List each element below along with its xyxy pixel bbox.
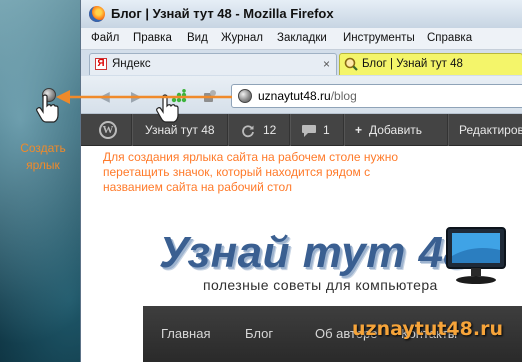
site-logo-subtitle: полезные советы для компьютера bbox=[203, 277, 438, 293]
menu-file[interactable]: Файл bbox=[91, 32, 119, 44]
menu-tools[interactable]: Инструменты bbox=[343, 32, 415, 44]
forward-button[interactable]: ▶ bbox=[131, 88, 142, 105]
firefox-logo-icon bbox=[89, 6, 105, 22]
edit-button[interactable]: Редактиров bbox=[459, 123, 522, 137]
menu-bookmarks[interactable]: Закладки bbox=[277, 32, 327, 44]
menu-bar: Файл Правка Вид Журнал Закладки Инструме… bbox=[81, 28, 522, 50]
plus-icon: + bbox=[355, 123, 363, 137]
updates-count[interactable]: 12 bbox=[263, 123, 276, 137]
divider bbox=[289, 114, 290, 146]
close-icon[interactable]: × bbox=[323, 57, 330, 71]
yandex-icon: Я bbox=[95, 58, 107, 70]
tab-blog[interactable]: Блог | Узнай тут 48 bbox=[339, 53, 522, 75]
menu-help[interactable]: Справка bbox=[427, 32, 472, 44]
menu-history[interactable]: Журнал bbox=[221, 32, 263, 44]
tab-yandex[interactable]: Я Яндекс × bbox=[89, 53, 337, 75]
search-icon bbox=[344, 57, 358, 71]
shortcut-label: Создать ярлык bbox=[20, 141, 66, 172]
site-menu-blog[interactable]: Блог bbox=[245, 326, 273, 341]
divider bbox=[343, 114, 344, 146]
divider bbox=[447, 114, 448, 146]
hand-cursor-icon bbox=[156, 94, 179, 123]
updates-icon[interactable] bbox=[241, 124, 255, 138]
title-bar: Блог | Узнай тут 48 - Mozilla Firefox bbox=[81, 0, 522, 28]
wordpress-logo-icon[interactable]: W bbox=[99, 121, 117, 139]
site-identity-globe-icon[interactable] bbox=[238, 89, 252, 103]
add-new-button[interactable]: Добавить bbox=[369, 123, 422, 137]
wordpress-admin-bar: W Узнай тут 48 12 1 + Добавить Редактиро… bbox=[81, 114, 522, 146]
divider bbox=[227, 114, 228, 146]
addon-icon[interactable] bbox=[203, 89, 217, 103]
url-host: uznaytut48.ru bbox=[258, 89, 331, 103]
url-path: /blog bbox=[330, 89, 357, 103]
tab-label: Яндекс bbox=[112, 58, 151, 70]
hand-cursor-icon bbox=[36, 94, 59, 123]
tab-bar: Я Яндекс × Блог | Узнай тут 48 bbox=[81, 50, 522, 76]
comments-icon[interactable] bbox=[301, 124, 317, 138]
firefox-window: Блог | Узнай тут 48 - Mozilla Firefox Фа… bbox=[80, 0, 522, 362]
tab-label: Блог | Узнай тут 48 bbox=[362, 58, 463, 70]
site-logo-title[interactable]: Узнай тут 48 bbox=[159, 228, 469, 278]
window-title: Блог | Узнай тут 48 - Mozilla Firefox bbox=[111, 6, 334, 21]
watermark: uznaytut48.ru bbox=[352, 318, 503, 340]
site-menu-home[interactable]: Главная bbox=[161, 326, 210, 341]
divider bbox=[131, 114, 132, 146]
back-button[interactable]: ◀ bbox=[99, 88, 110, 105]
menu-view[interactable]: Вид bbox=[187, 32, 208, 44]
url-bar[interactable]: uznaytut48.ru/blog bbox=[231, 84, 522, 108]
menu-edit[interactable]: Правка bbox=[133, 32, 172, 44]
monitor-icon bbox=[446, 227, 506, 284]
desktop-shortcut[interactable]: Создать ярлык bbox=[8, 88, 78, 178]
navigation-toolbar: ◀ ▶ uznaytut48.ru/blog bbox=[81, 76, 522, 114]
comments-count[interactable]: 1 bbox=[323, 123, 330, 137]
instruction-text: Для создания ярлыка сайта на рабочем сто… bbox=[103, 150, 399, 194]
admin-site-name[interactable]: Узнай тут 48 bbox=[145, 123, 215, 137]
url-text: uznaytut48.ru/blog bbox=[258, 89, 357, 103]
